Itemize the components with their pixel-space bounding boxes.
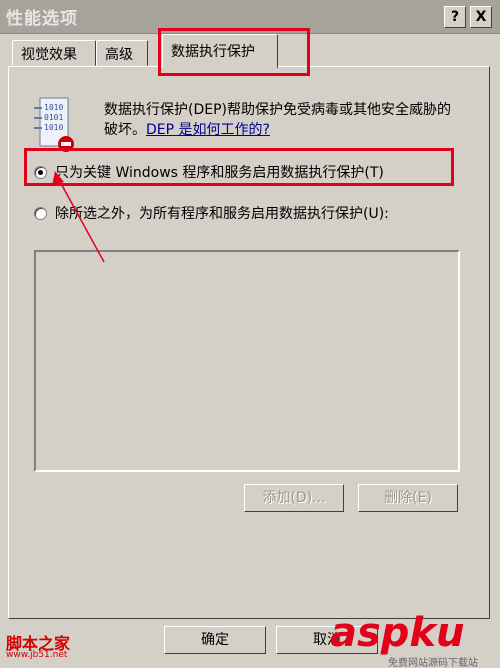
watermark-right-text: aspku [330,610,465,656]
watermark-left-url: www.jb51.net [6,650,68,660]
watermark-right-sub: 免费网站源码下载站 [388,658,478,668]
watermark-right: aspku 免费网站源码下载站 [330,610,478,668]
annotation-arrow [52,171,105,263]
watermark-left: 脚本之家 www.jb51.net [6,630,70,660]
